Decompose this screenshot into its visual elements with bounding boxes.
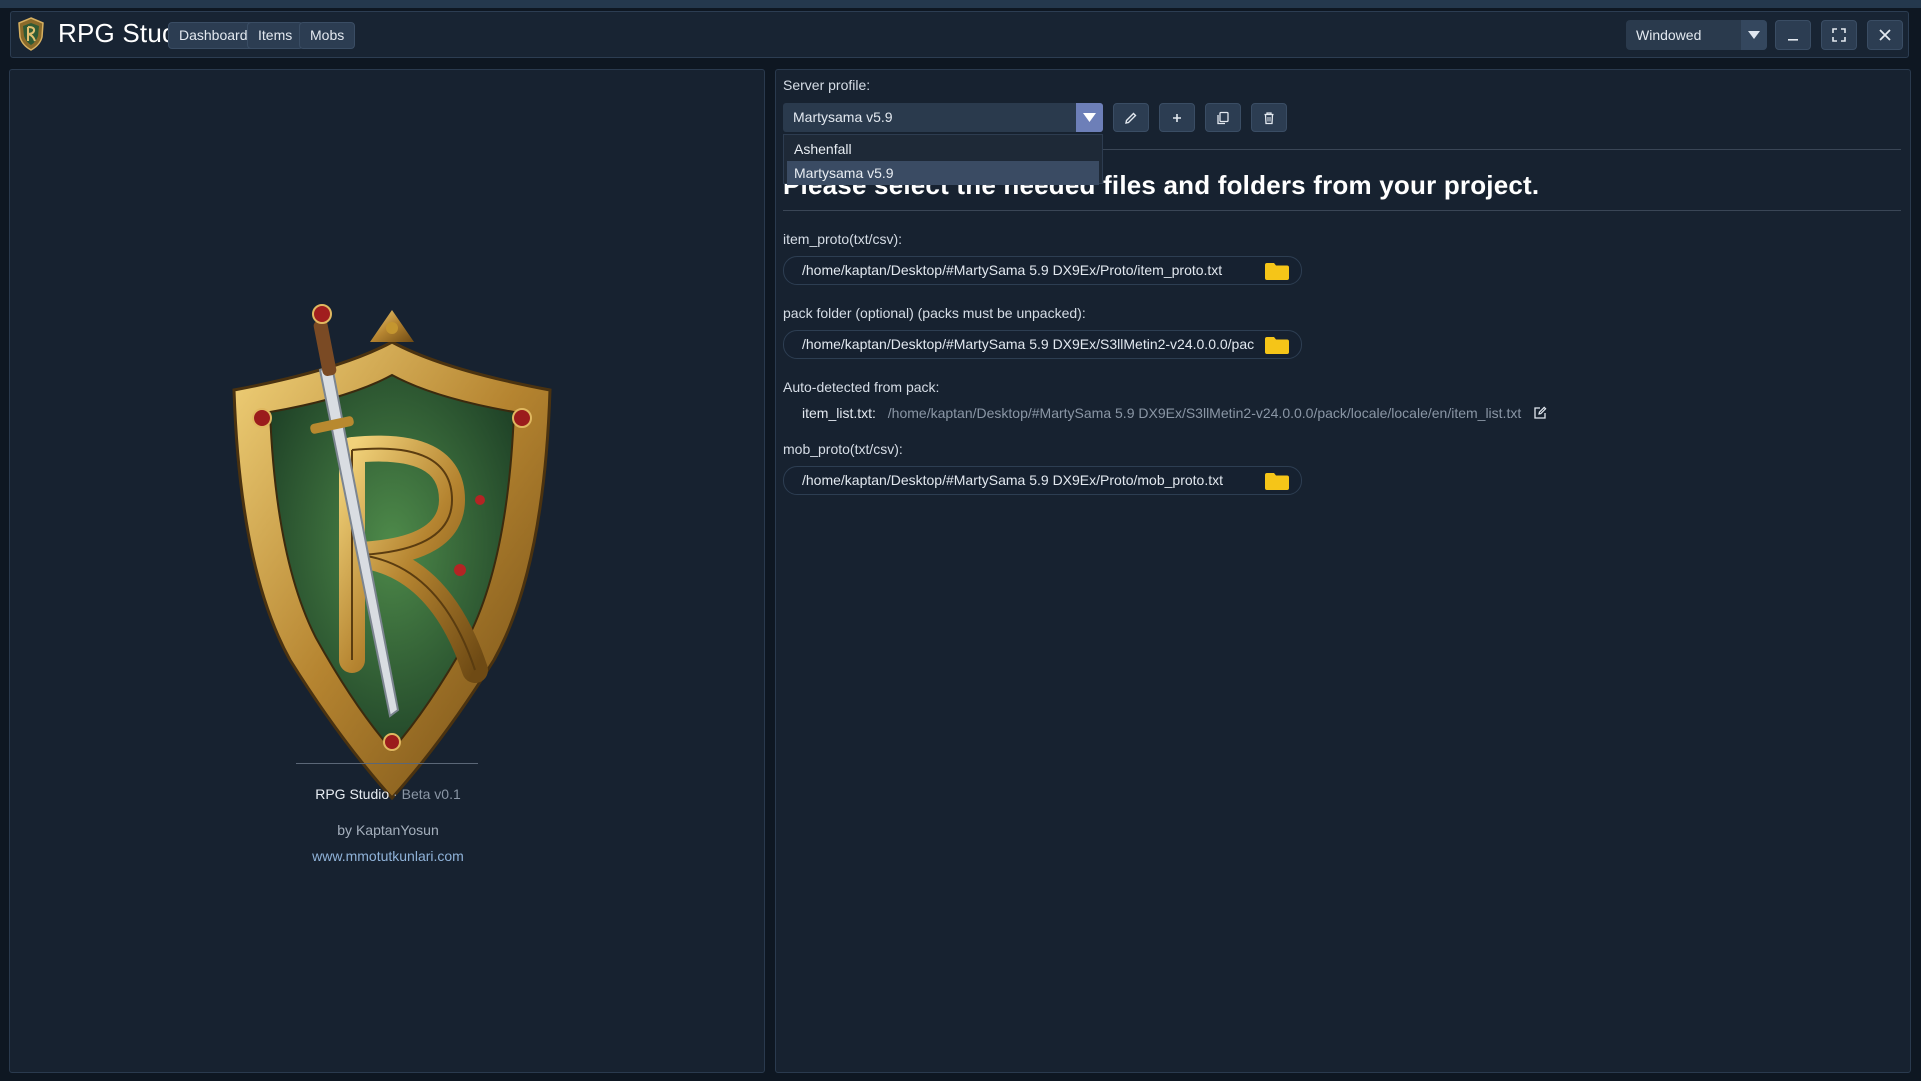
- app-version-line: RPG Studio · Beta v0.1: [10, 786, 766, 802]
- divider: [296, 763, 478, 764]
- nav-dashboard-button[interactable]: Dashboard: [168, 22, 259, 49]
- item-proto-path-value: /home/kaptan/Desktop/#MartySama 5.9 DX9E…: [802, 262, 1223, 278]
- item-list-path: /home/kaptan/Desktop/#MartySama 5.9 DX9E…: [887, 405, 1522, 421]
- divider: [783, 210, 1901, 211]
- about-separator: ·: [393, 786, 398, 802]
- window-top-strip: [0, 0, 1921, 8]
- pencil-icon: [1125, 112, 1137, 124]
- mob-proto-path-value: /home/kaptan/Desktop/#MartySama 5.9 DX9E…: [802, 472, 1223, 488]
- close-button[interactable]: [1867, 20, 1903, 50]
- chevron-down-icon[interactable]: [1741, 20, 1767, 50]
- item-list-key: item_list.txt:: [802, 405, 876, 421]
- pack-folder-path-value: /home/kaptan/Desktop/#MartySama 5.9 DX9E…: [802, 336, 1255, 352]
- profile-option-ashenfall[interactable]: Ashenfall: [787, 137, 1099, 161]
- nav-items-button[interactable]: Items: [247, 22, 304, 49]
- delete-profile-button[interactable]: [1251, 103, 1287, 132]
- folder-icon[interactable]: [1265, 473, 1289, 490]
- server-profile-value: Martysama v5.9: [793, 109, 893, 125]
- server-profile-dropdown: Ashenfall Martysama v5.9: [783, 134, 1103, 185]
- about-author: by KaptanYosun: [337, 822, 439, 838]
- item-list-detected-row: item_list.txt: /home/kaptan/Desktop/#Mar…: [802, 405, 1547, 421]
- minimize-icon: [1788, 39, 1798, 41]
- maximize-button[interactable]: [1821, 20, 1857, 50]
- pack-folder-path-field[interactable]: /home/kaptan/Desktop/#MartySama 5.9 DX9E…: [783, 330, 1302, 359]
- about-app-name: RPG Studio: [315, 786, 390, 802]
- rpg-studio-logo: [232, 304, 552, 800]
- pack-folder-label: pack folder (optional) (packs must be un…: [783, 305, 1086, 321]
- copy-icon: [1217, 111, 1229, 124]
- edit-profile-button[interactable]: [1113, 103, 1149, 132]
- trash-icon: [1264, 111, 1274, 124]
- close-icon: [1879, 29, 1891, 41]
- profile-option-martysama[interactable]: Martysama v5.9: [787, 161, 1099, 185]
- plus-icon: [1173, 113, 1181, 122]
- shield-crest-icon: [18, 17, 44, 51]
- mob-proto-label: mob_proto(txt/csv):: [783, 441, 903, 457]
- nav-mobs-button[interactable]: Mobs: [299, 22, 356, 49]
- auto-detected-label: Auto-detected from pack:: [783, 379, 940, 395]
- edit-external-icon[interactable]: [1533, 406, 1547, 420]
- about-panel: RPG Studio · Beta v0.1 by KaptanYosun ww…: [9, 69, 765, 1073]
- server-profile-label: Server profile:: [783, 77, 871, 93]
- about-version: Beta v0.1: [401, 786, 461, 802]
- about-website-link[interactable]: www.mmotutkunlari.com: [10, 848, 766, 864]
- minimize-button[interactable]: [1775, 20, 1811, 50]
- server-profile-select[interactable]: Martysama v5.9: [783, 103, 1103, 132]
- folder-icon[interactable]: [1265, 263, 1289, 280]
- add-profile-button[interactable]: [1159, 103, 1195, 132]
- settings-panel: Server profile: Please select the needed…: [775, 69, 1911, 1073]
- window-mode-select[interactable]: Windowed: [1626, 20, 1767, 50]
- item-proto-label: item_proto(txt/csv):: [783, 231, 903, 247]
- folder-icon[interactable]: [1265, 337, 1289, 354]
- maximize-icon: [1832, 28, 1846, 42]
- item-proto-path-field[interactable]: /home/kaptan/Desktop/#MartySama 5.9 DX9E…: [783, 256, 1302, 285]
- chevron-down-icon[interactable]: [1076, 103, 1103, 132]
- window-mode-value: Windowed: [1636, 27, 1702, 43]
- mob-proto-path-field[interactable]: /home/kaptan/Desktop/#MartySama 5.9 DX9E…: [783, 466, 1302, 495]
- duplicate-profile-button[interactable]: [1205, 103, 1241, 132]
- title-bar: RPG Studio Dashboard Items Mobs Windowed: [10, 11, 1909, 58]
